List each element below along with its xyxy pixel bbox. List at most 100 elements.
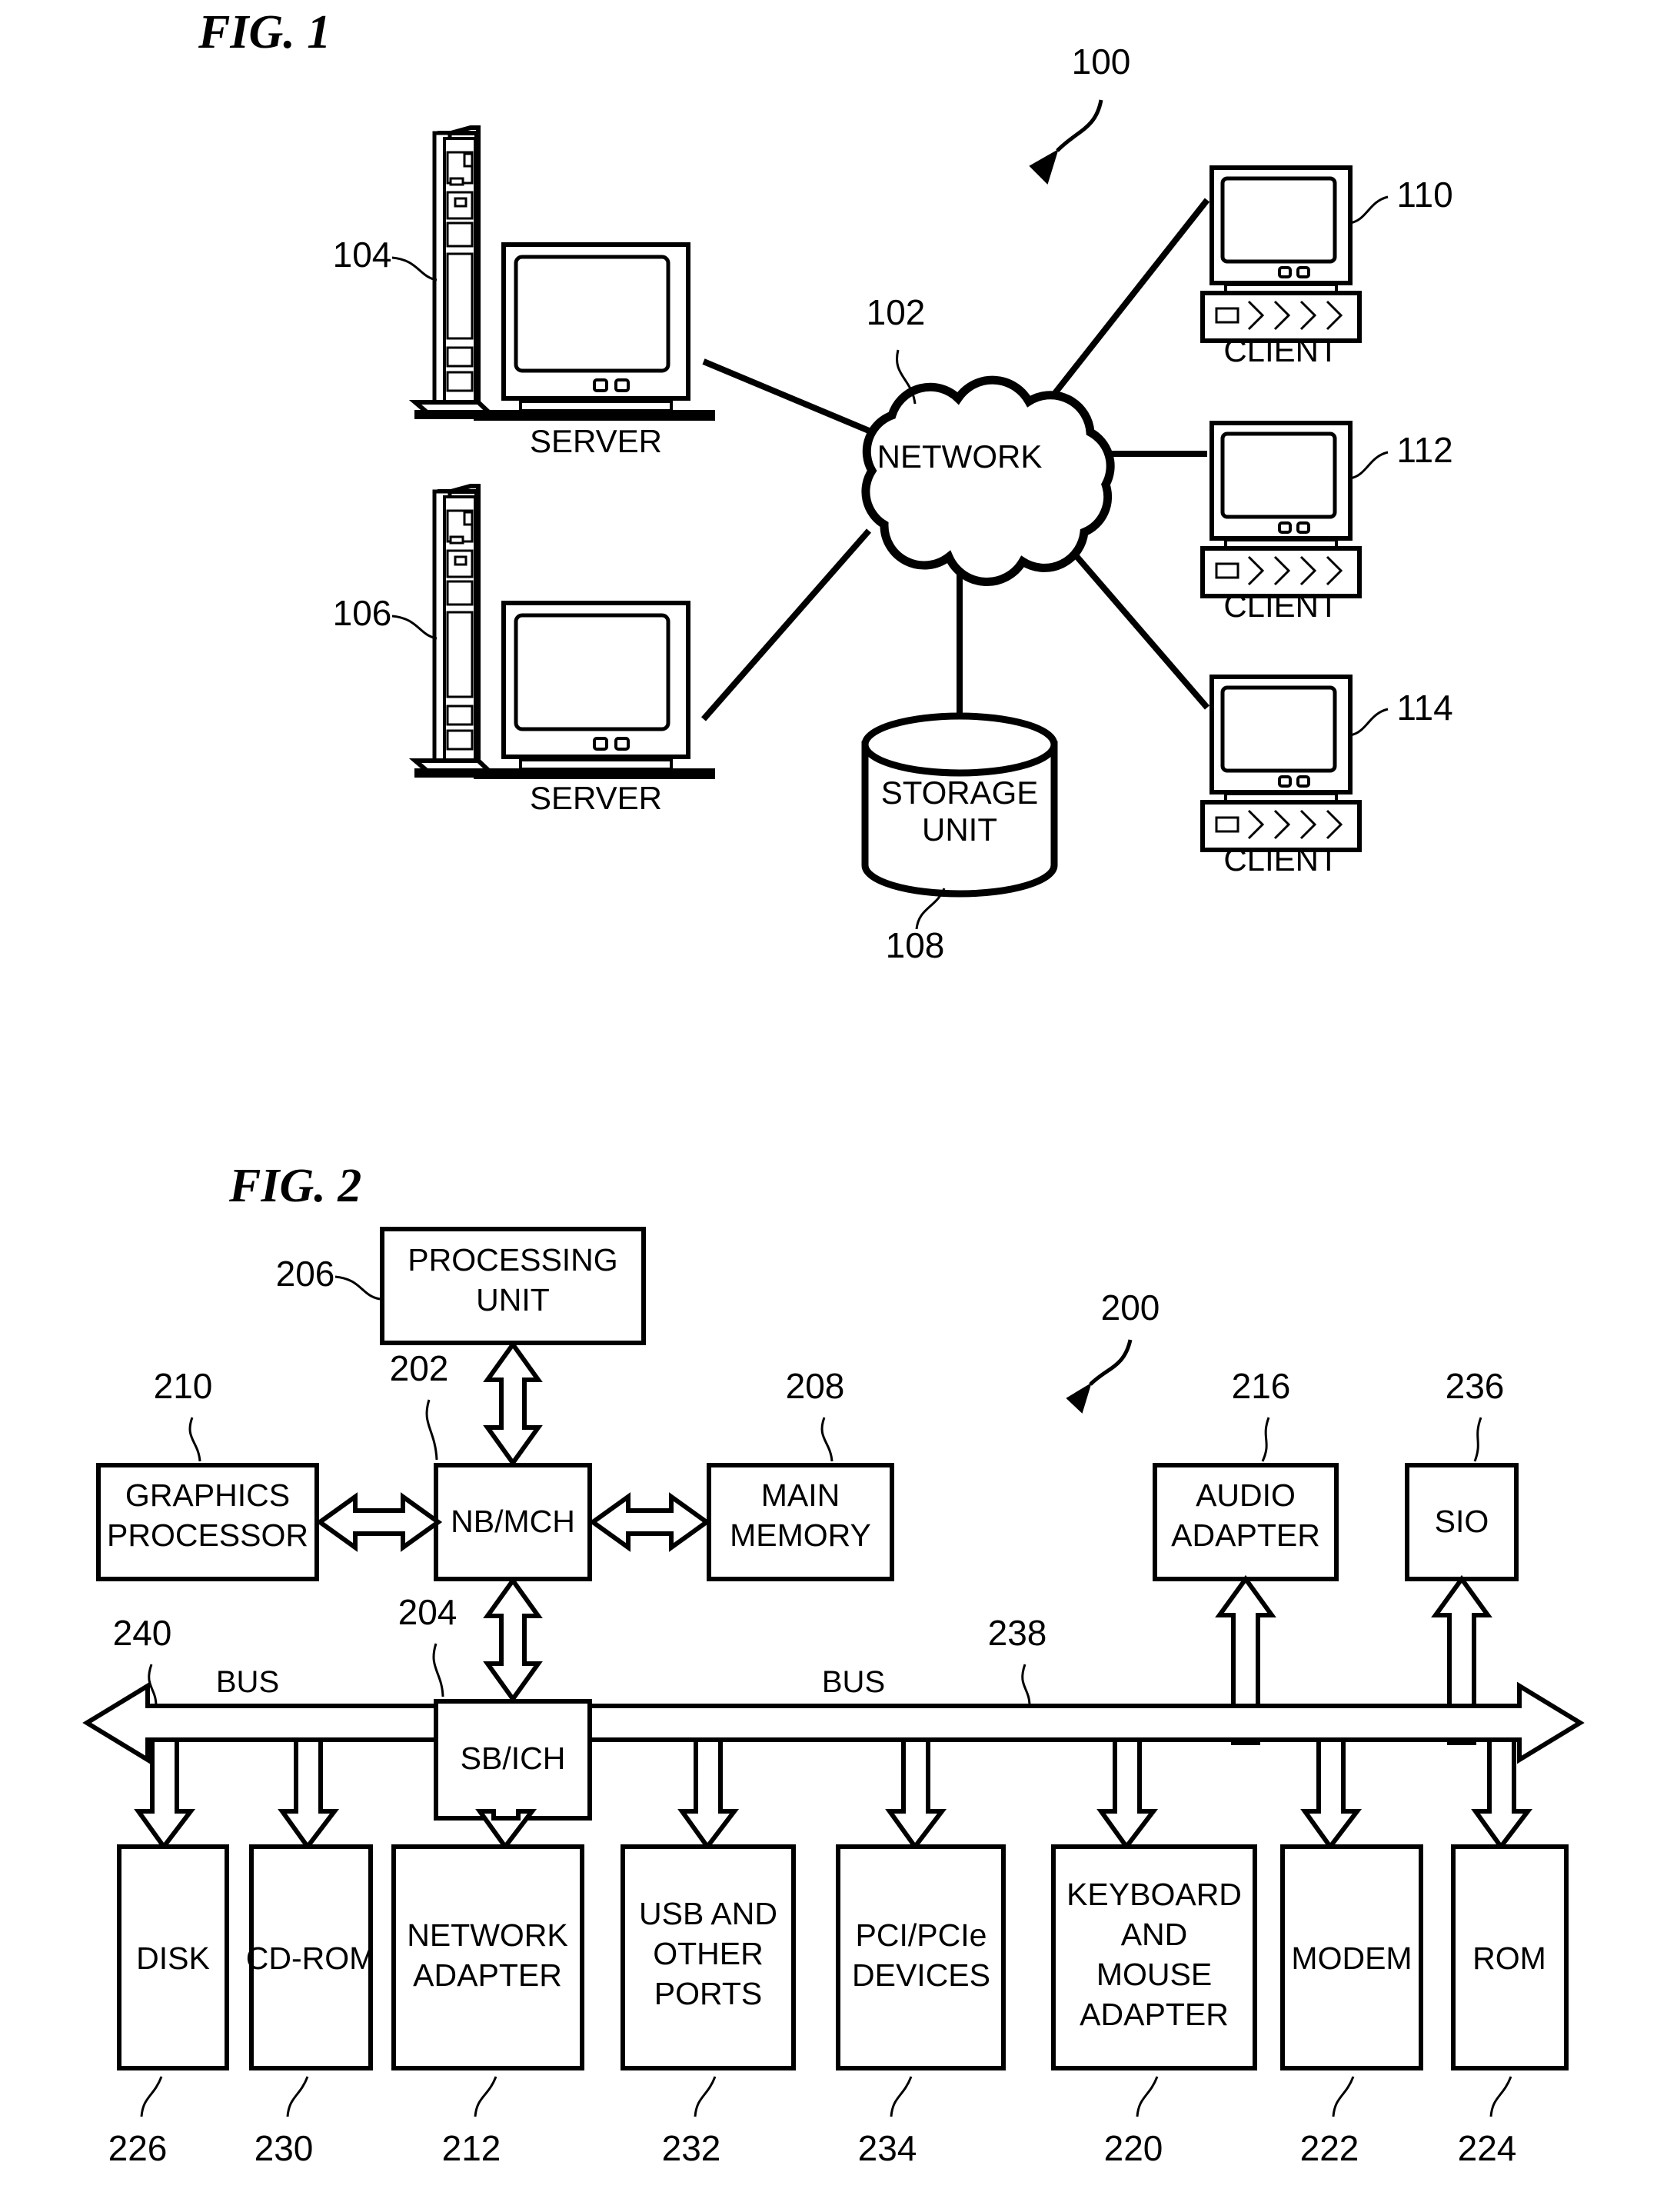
usb-ports-line3: PORTS: [654, 1976, 763, 2011]
fig1-server-104: SERVER 104: [333, 125, 715, 459]
bus-arrow-202: [483, 1340, 543, 1467]
fig2-ref-212: 212: [442, 2128, 501, 2168]
client-112-label: CLIENT: [1223, 588, 1338, 624]
bus-drop-arrows: [134, 1737, 1533, 1851]
kbm-line3: MOUSE: [1096, 1957, 1212, 1992]
kbm-line4: ADAPTER: [1080, 1997, 1229, 2032]
ref-110-callout: 110: [1349, 175, 1453, 225]
fig2-ref-216: 216: [1232, 1366, 1291, 1406]
arrow-nbmch-mm: [588, 1492, 711, 1552]
patent-figure-sheet: FIG. 1 100 SERVER 104 SERVER 106 NETWORK…: [0, 0, 1667, 2212]
graphics-processor-line2: PROCESSOR: [107, 1517, 308, 1553]
processing-unit-line2: UNIT: [476, 1282, 550, 1318]
audio-adapter-line2: ADAPTER: [1171, 1517, 1320, 1553]
client-114-label: CLIENT: [1223, 841, 1338, 878]
fig2-ref-240: 240: [113, 1613, 172, 1653]
link-server104-network: [702, 358, 870, 434]
bus-left-label: BUS: [216, 1665, 279, 1699]
sb-ich-label: SB/ICH: [461, 1741, 566, 1776]
server-tower-icon-2: [408, 484, 498, 778]
pci-devices-line2: DEVICES: [852, 1957, 990, 1993]
fig1-client-112: CLIENT 112: [1200, 421, 1453, 624]
fig2-ref-200: 200: [1101, 1288, 1160, 1328]
server-monitor-icon: [474, 245, 715, 421]
fig2-title: FIG. 2: [228, 1160, 361, 1212]
audio-adapter-line1: AUDIO: [1196, 1477, 1296, 1513]
block-graphics-processor: GRAPHICS PROCESSOR 210: [96, 1366, 319, 1581]
ref-108-callout: 108: [886, 888, 946, 965]
fig2-ref-238: 238: [988, 1613, 1047, 1653]
bus-right-callout: 238 BUS: [822, 1613, 1047, 1707]
main-memory-line2: MEMORY: [730, 1517, 871, 1553]
ref-236-callout: 236: [1446, 1366, 1505, 1462]
arrow-gp-nbmch: [315, 1492, 443, 1552]
ref-216-callout: 216: [1232, 1366, 1291, 1462]
fig2-ref-204: 204: [398, 1592, 458, 1632]
client-monitor-icon-1: [1200, 165, 1362, 343]
bus-arrow-204: [483, 1576, 543, 1704]
block-nb-mch: NB/MCH: [434, 1463, 592, 1581]
fig2-ref-236: 236: [1446, 1366, 1505, 1406]
fig1-client-110: CLIENT 110: [1200, 165, 1453, 368]
fig1-network-cloud: NETWORK 102: [861, 292, 1115, 586]
fig2-ref-210: 210: [154, 1366, 213, 1406]
fig1-ref-100: 100: [1072, 42, 1131, 82]
server-tower-icon: [408, 125, 498, 419]
kbm-line1: KEYBOARD: [1066, 1877, 1242, 1912]
block-main-memory: MAIN MEMORY 208: [707, 1366, 894, 1581]
figure-2-group: FIG. 2 200 PROCESSING UNIT 206 202 GRAPH…: [82, 1160, 1585, 2168]
block-audio-adapter: AUDIO ADAPTER 216: [1153, 1366, 1339, 1581]
link-network-client114: [1058, 536, 1210, 710]
network-label: NETWORK: [877, 438, 1043, 475]
sio-label: SIO: [1435, 1504, 1489, 1539]
link-network-client110: [1046, 198, 1210, 402]
fig2-ref-202: 202: [390, 1348, 449, 1388]
cd-rom-label: CD-ROM: [246, 1940, 376, 1976]
ref-208-callout: 208: [786, 1366, 844, 1462]
server-104-label: SERVER: [530, 423, 662, 459]
block-disk: DISK 226: [108, 1844, 229, 2168]
fig1-system-ref-callout: 100: [1029, 42, 1131, 185]
nb-mch-label: NB/MCH: [451, 1504, 575, 1539]
kbm-line2: AND: [1121, 1917, 1188, 1952]
fig1-ref-110: 110: [1396, 175, 1452, 215]
client-monitor-icon-2: [1200, 421, 1362, 598]
block-sio: SIO 236: [1405, 1366, 1519, 1581]
block-pci-devices: PCI/PCIe DEVICES 234: [836, 1844, 1006, 2168]
fig1-title: FIG. 1: [198, 6, 331, 58]
block-usb-ports: USB AND OTHER PORTS 232: [621, 1844, 796, 2168]
fig1-ref-108: 108: [886, 925, 945, 965]
server-106-label: SERVER: [530, 780, 662, 816]
modem-label: MODEM: [1291, 1940, 1412, 1976]
block-rom: ROM 224: [1451, 1844, 1569, 2168]
fig2-ref-234: 234: [858, 2128, 917, 2168]
ref-106-callout: 106: [333, 593, 438, 640]
ref-206-callout: 206: [276, 1254, 381, 1301]
fig2-ref-226: 226: [108, 2128, 168, 2168]
fig2-ref-224: 224: [1458, 2128, 1517, 2168]
storage-label-line2: UNIT: [922, 811, 997, 848]
ref-114-callout: 114: [1349, 688, 1453, 737]
graphics-processor-line1: GRAPHICS: [125, 1477, 290, 1513]
usb-ports-line2: OTHER: [653, 1936, 764, 1971]
block-network-adapter: NETWORK ADAPTER 212: [391, 1844, 584, 2168]
fig2-ref-206: 206: [276, 1254, 335, 1294]
fig1-storage-unit: STORAGE UNIT 108: [861, 712, 1058, 965]
block-cd-rom: CD-ROM 230: [246, 1844, 376, 2168]
fig2-ref-222: 222: [1300, 2128, 1359, 2168]
block-sb-ich: SB/ICH: [434, 1699, 592, 1821]
bus-right-label: BUS: [822, 1665, 885, 1699]
ref-104-callout: 104: [333, 235, 438, 281]
processing-unit-line1: PROCESSING: [408, 1242, 617, 1278]
disk-label: DISK: [136, 1940, 210, 1976]
main-memory-line1: MAIN: [761, 1477, 840, 1513]
network-adapter-line1: NETWORK: [407, 1917, 568, 1953]
client-monitor-icon-3: [1200, 675, 1362, 852]
block-processing-unit: PROCESSING UNIT 206: [276, 1227, 646, 1345]
fig2-system-ref-callout: 200: [1066, 1288, 1160, 1414]
ref-112-callout: 112: [1349, 430, 1453, 480]
client-110-label: CLIENT: [1223, 332, 1338, 368]
pci-devices-line1: PCI/PCIe: [856, 1917, 987, 1953]
fig2-ref-220: 220: [1104, 2128, 1163, 2168]
ref-210-callout: 210: [154, 1366, 213, 1462]
